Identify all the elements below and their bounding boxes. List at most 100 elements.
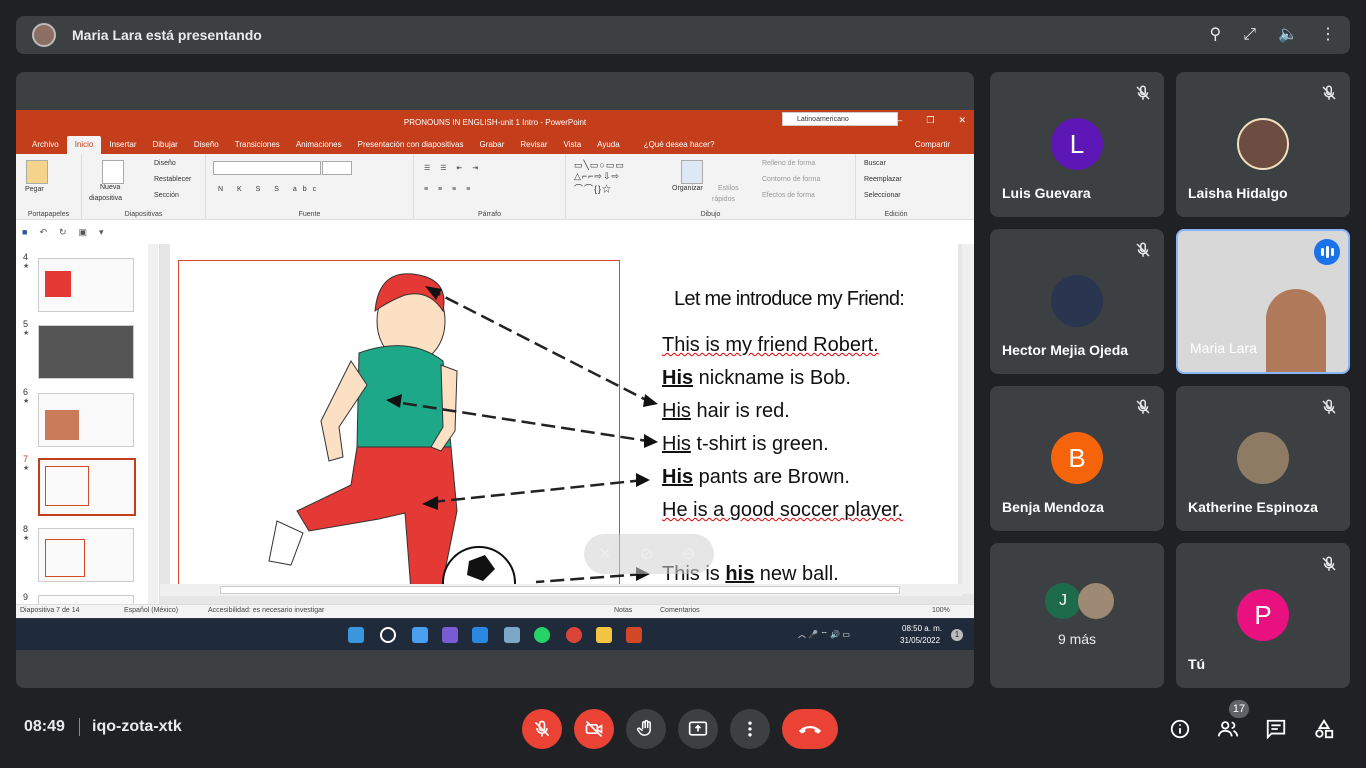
more-participants-tile[interactable]: J 9 más bbox=[990, 543, 1164, 688]
slide-hscrollbar[interactable] bbox=[160, 584, 962, 596]
current-slide[interactable]: Let me introduce my Friend: This is my f… bbox=[170, 244, 958, 584]
fullscreen-icon[interactable]: ⤢ bbox=[1243, 25, 1256, 45]
mute-icon[interactable]: ⊘ bbox=[640, 544, 653, 564]
powerpoint-icon[interactable] bbox=[626, 627, 642, 643]
thumbnails-scrollbar[interactable] bbox=[148, 244, 158, 604]
participant-tile-speaking[interactable]: Maria Lara bbox=[1176, 229, 1350, 374]
pin-off-icon[interactable]: ✕ bbox=[598, 544, 611, 564]
microphone-toggle[interactable] bbox=[522, 709, 562, 749]
meeting-code[interactable]: iqo-zota-xtk bbox=[92, 718, 182, 736]
tab-animaciones[interactable]: Animaciones bbox=[288, 140, 350, 154]
redo-icon[interactable]: ↻ bbox=[59, 227, 67, 238]
comments-button[interactable]: Comentarios bbox=[660, 607, 700, 614]
minimize-icon[interactable]: – bbox=[897, 115, 902, 126]
participant-tile[interactable]: L Luis Guevara bbox=[990, 72, 1164, 217]
group-caption: Edición bbox=[884, 211, 908, 218]
folder-icon[interactable] bbox=[596, 627, 612, 643]
list-buttons[interactable]: ☰ ☰ ⇤ ⇥ bbox=[424, 164, 482, 172]
tray-icons[interactable]: ︿ 🎤 ⌔ 🔊 ▭ bbox=[798, 629, 850, 640]
shapes-gallery[interactable]: ▭╲▭○▭▭ △⌐⌐⇨⇩⇨ ⌒⌒{}☆ bbox=[574, 160, 625, 195]
more-options-button[interactable] bbox=[730, 709, 770, 749]
new-slide-button[interactable]: Nueva bbox=[100, 184, 120, 191]
tab-presentacion[interactable]: Presentación con diapositivas bbox=[350, 140, 472, 154]
tab-revisar[interactable]: Revisar bbox=[512, 140, 555, 154]
replace-button[interactable]: Reemplazar bbox=[864, 176, 902, 183]
notification-badge[interactable]: 1 bbox=[951, 629, 963, 641]
slide-thumbnail[interactable] bbox=[38, 393, 134, 447]
format-buttons[interactable]: N K S S abc bbox=[218, 186, 322, 193]
font-name-input[interactable] bbox=[213, 161, 321, 175]
shape-effects-button[interactable]: Efectos de forma bbox=[762, 192, 815, 199]
language-status[interactable]: Español (México) bbox=[124, 607, 178, 614]
activities-button[interactable] bbox=[1312, 717, 1336, 741]
align-buttons[interactable]: ≡ ≡ ≡ ≡ bbox=[424, 186, 474, 193]
paste-button[interactable]: Pegar bbox=[25, 186, 44, 193]
tab-inicio[interactable]: Inicio bbox=[66, 136, 102, 154]
chat-button[interactable] bbox=[1264, 717, 1288, 741]
share-button[interactable]: Compartir bbox=[907, 140, 958, 154]
present-icon[interactable]: ▣ bbox=[79, 227, 88, 238]
pin-icon[interactable]: ⚲ bbox=[1210, 25, 1222, 45]
accessibility-status[interactable]: Accesibilidad: es necesario investigar bbox=[208, 607, 324, 614]
undo-icon[interactable]: ↶ bbox=[39, 227, 47, 238]
mic-off-icon bbox=[1322, 556, 1336, 571]
customize-icon[interactable]: ▾ bbox=[99, 227, 104, 238]
tab-grabar[interactable]: Grabar bbox=[471, 140, 512, 154]
widgets-icon[interactable] bbox=[412, 627, 428, 643]
camera-toggle[interactable] bbox=[574, 709, 614, 749]
quick-styles-button[interactable]: Estilos bbox=[718, 185, 739, 192]
shape-fill-button[interactable]: Relleno de forma bbox=[762, 160, 815, 167]
tab-ayuda[interactable]: Ayuda bbox=[589, 140, 628, 154]
group-portapapeles: Pegar Portapapeles bbox=[16, 154, 82, 220]
more-icon[interactable]: ⋮ bbox=[1320, 25, 1336, 45]
participant-tile[interactable]: B Benja Mendoza bbox=[990, 386, 1164, 531]
find-button[interactable]: Buscar bbox=[864, 160, 886, 167]
teams-icon[interactable] bbox=[442, 627, 458, 643]
quick-styles-label2: rápidos bbox=[712, 196, 735, 203]
save-icon[interactable]: ■ bbox=[22, 227, 27, 237]
shield-icon[interactable] bbox=[504, 627, 520, 643]
start-icon[interactable] bbox=[348, 627, 364, 643]
tab-dibujar[interactable]: Dibujar bbox=[145, 140, 186, 154]
meeting-info-button[interactable] bbox=[1168, 717, 1192, 741]
slide-thumbnail[interactable] bbox=[38, 325, 134, 379]
self-tile[interactable]: P Tú bbox=[1176, 543, 1350, 688]
reset-button[interactable]: Restablecer bbox=[154, 176, 191, 183]
zoom-level[interactable]: 100% bbox=[932, 607, 950, 614]
shape-outline-button[interactable]: Contorno de forma bbox=[762, 176, 820, 183]
slide-thumbnail[interactable] bbox=[38, 258, 134, 312]
tab-vista[interactable]: Vista bbox=[556, 140, 590, 154]
participant-tile[interactable]: Hector Mejia Ojeda bbox=[990, 229, 1164, 374]
restore-icon[interactable]: ❐ bbox=[926, 115, 934, 126]
scroll-thumb[interactable] bbox=[220, 586, 900, 594]
font-size-input[interactable] bbox=[322, 161, 352, 175]
chrome-icon[interactable] bbox=[566, 627, 582, 643]
people-button[interactable] bbox=[1216, 717, 1240, 741]
search-icon[interactable] bbox=[380, 627, 396, 643]
leave-call-button[interactable] bbox=[782, 709, 838, 749]
present-now-button[interactable] bbox=[678, 709, 718, 749]
notes-button[interactable]: Notas bbox=[614, 607, 632, 614]
section-button[interactable]: Sección bbox=[154, 192, 179, 199]
raise-hand-button[interactable] bbox=[626, 709, 666, 749]
arrange-button[interactable]: Organizar bbox=[672, 185, 703, 192]
slide-vscrollbar[interactable] bbox=[962, 244, 974, 594]
tab-transiciones[interactable]: Transiciones bbox=[227, 140, 288, 154]
participant-tile[interactable]: Laisha Hidalgo bbox=[1176, 72, 1350, 217]
tell-me-search[interactable]: ¿Qué desea hacer? bbox=[636, 140, 723, 154]
tab-diseno[interactable]: Diseño bbox=[186, 140, 227, 154]
tab-archivo[interactable]: Archivo bbox=[24, 140, 67, 154]
slide-thumbnail[interactable] bbox=[38, 595, 134, 604]
pp-language-box[interactable]: Latinoamericano bbox=[782, 112, 898, 126]
volume-icon[interactable]: 🔈 bbox=[1278, 25, 1298, 45]
tab-insertar[interactable]: Insertar bbox=[101, 140, 144, 154]
close-icon[interactable]: ✕ bbox=[958, 115, 966, 126]
slide-thumbnail[interactable] bbox=[38, 528, 134, 582]
select-button[interactable]: Seleccionar bbox=[864, 192, 901, 199]
mail-icon[interactable] bbox=[472, 627, 488, 643]
slide-thumbnail-selected[interactable] bbox=[38, 458, 136, 516]
whatsapp-icon[interactable] bbox=[534, 627, 550, 643]
participant-tile[interactable]: Katherine Espinoza bbox=[1176, 386, 1350, 531]
layout-button[interactable]: Diseño bbox=[154, 160, 176, 167]
remove-icon[interactable]: ⊖ bbox=[682, 544, 695, 564]
